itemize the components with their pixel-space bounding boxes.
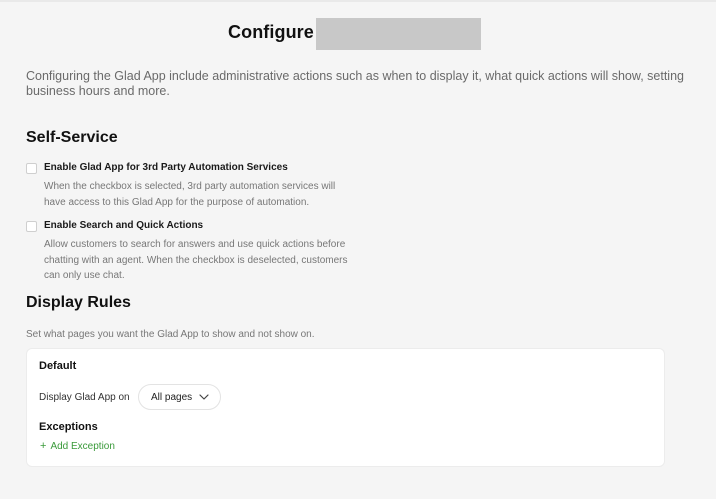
- top-divider: [0, 0, 716, 2]
- third-party-automation-label[interactable]: Enable Glad App for 3rd Party Automation…: [44, 162, 288, 173]
- display-pages-select[interactable]: All pages: [138, 384, 221, 410]
- option-third-party-automation: Enable Glad App for 3rd Party Automation…: [26, 162, 356, 210]
- display-rules-description: Set what pages you want the Glad App to …: [26, 329, 315, 340]
- third-party-automation-description: When the checkbox is selected, 3rd party…: [44, 181, 336, 208]
- option-search-quick-actions: Enable Search and Quick Actions Allow cu…: [26, 220, 356, 284]
- add-exception-button[interactable]: + Add Exception: [40, 440, 115, 452]
- page-title: Configure: [228, 22, 314, 42]
- plus-icon: +: [40, 440, 47, 452]
- self-service-title: Self-Service: [26, 129, 118, 146]
- add-exception-label: Add Exception: [50, 441, 115, 452]
- search-quick-actions-checkbox[interactable]: [26, 221, 37, 232]
- intro-text: Configuring the Glad App include adminis…: [26, 69, 684, 98]
- search-quick-actions-label[interactable]: Enable Search and Quick Actions: [44, 220, 203, 231]
- exceptions-heading: Exceptions: [39, 421, 98, 433]
- search-quick-actions-description: Allow customers to search for answers an…: [44, 239, 348, 281]
- redacted-app-name: [316, 18, 481, 50]
- default-heading: Default: [39, 360, 77, 372]
- third-party-automation-checkbox[interactable]: [26, 163, 37, 174]
- display-on-label: Display Glad App on: [39, 392, 130, 403]
- chevron-down-icon: [199, 394, 209, 400]
- display-pages-select-value: All pages: [151, 392, 193, 403]
- page-header: Configure: [0, 18, 716, 50]
- display-rules-card: Default Display Glad App on All pages Ex…: [26, 348, 665, 467]
- configure-page: Configure Configuring the Glad App inclu…: [0, 0, 716, 499]
- display-rules-title: Display Rules: [26, 294, 131, 311]
